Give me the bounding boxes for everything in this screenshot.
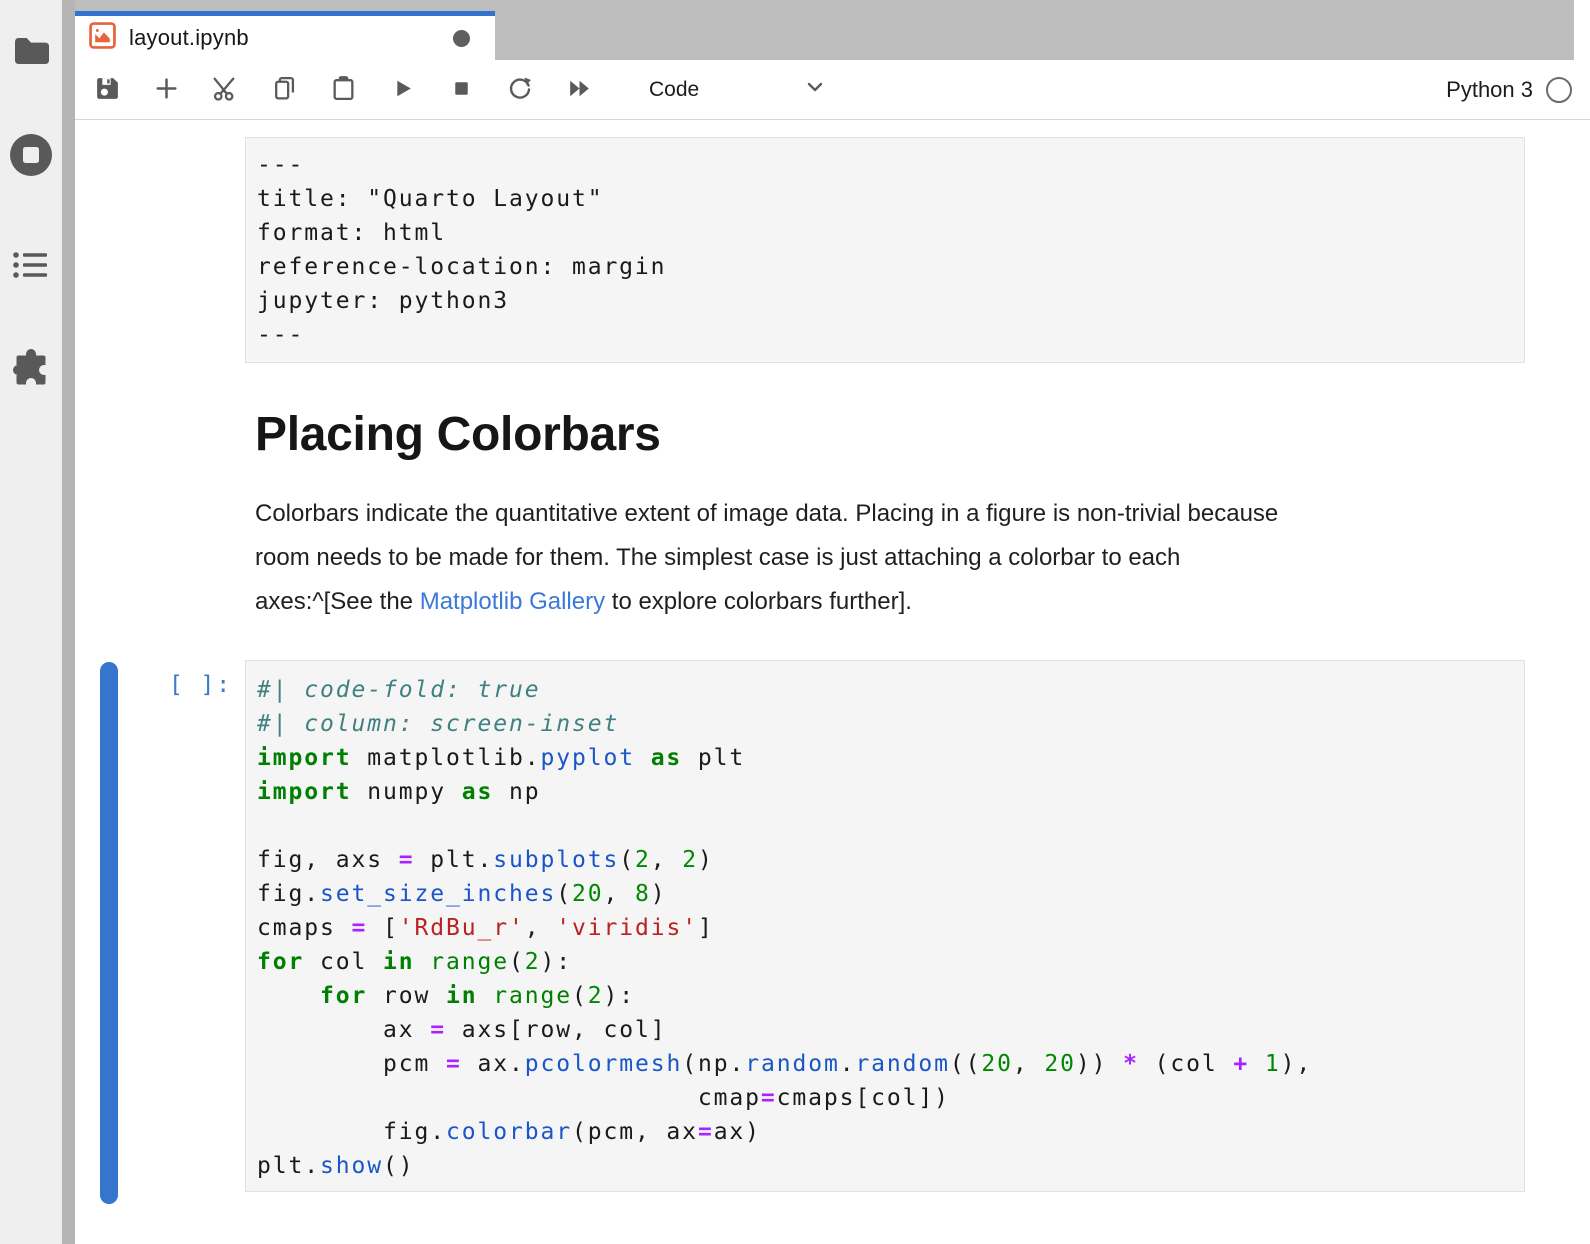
notebook-toolbar: Code Python 3 (75, 60, 1590, 120)
notebook-icon (89, 22, 116, 54)
restart-run-all-button[interactable] (559, 70, 599, 110)
puzzle-icon (10, 346, 52, 391)
tab-title: layout.ipynb (129, 25, 249, 51)
code-line: for col in range(2): (257, 945, 1513, 979)
run-cell-button[interactable] (382, 70, 422, 110)
code-line: #| code-fold: true (257, 673, 1513, 707)
sidebar-item-table-of-contents[interactable] (0, 240, 62, 292)
code-line: fig.colorbar(pcm, ax=ax) (257, 1115, 1513, 1149)
folder-icon (12, 35, 50, 70)
code-cell[interactable]: #| code-fold: true#| column: screen-inse… (245, 660, 1525, 1192)
raw-cell-line: reference-location: margin (257, 250, 1513, 284)
code-line (257, 809, 1513, 843)
kernel-name: Python 3 (1446, 77, 1533, 103)
refresh-icon (506, 74, 534, 105)
raw-cell-line: jupyter: python3 (257, 284, 1513, 318)
code-line: #| column: screen-inset (257, 707, 1513, 741)
raw-cell-line: --- (257, 148, 1513, 182)
raw-cell-line: --- (257, 318, 1513, 352)
code-line: cmap=cmaps[col]) (257, 1081, 1513, 1115)
insert-cell-button[interactable] (146, 70, 186, 110)
paste-cells-button[interactable] (323, 70, 363, 110)
matplotlib-gallery-link[interactable]: Matplotlib Gallery (420, 588, 605, 615)
kernel-status-icon (1546, 77, 1572, 103)
code-line: import matplotlib.pyplot as plt (257, 741, 1513, 775)
copy-cells-button[interactable] (264, 70, 304, 110)
floppy-icon (94, 75, 121, 105)
paragraph-text: to explore colorbars further]. (605, 588, 912, 615)
clipboard-icon (330, 75, 357, 105)
execution-prompt: [ ]: (85, 672, 232, 698)
cell-type-value: Code (649, 78, 699, 102)
interrupt-kernel-button[interactable] (441, 70, 481, 110)
raw-yaml-cell[interactable]: ---title: "Quarto Layout"format: htmlref… (245, 137, 1525, 363)
sidebar-item-file-browser[interactable] (0, 26, 62, 78)
stop-icon (448, 75, 475, 105)
code-line: for row in range(2): (257, 979, 1513, 1013)
main-panel: layout.ipynb (75, 0, 1590, 1244)
kernel-indicator[interactable]: Python 3 (1446, 77, 1590, 103)
markdown-heading: Placing Colorbars (255, 410, 1545, 460)
cell-type-dropdown[interactable]: Code (649, 75, 827, 104)
code-line: ax = axs[row, col] (257, 1013, 1513, 1047)
paragraph-text: Colorbars indicate the quantitative exte… (255, 500, 1278, 527)
play-icon (389, 75, 416, 105)
copy-icon (271, 75, 298, 105)
markdown-paragraph: Colorbars indicate the quantitative exte… (255, 492, 1545, 624)
save-button[interactable] (87, 70, 127, 110)
plus-icon (153, 75, 180, 105)
scissors-icon (211, 74, 240, 106)
unsaved-changes-dot (453, 30, 470, 47)
code-line: pcm = ax.pcolormesh(np.random.random((20… (257, 1047, 1513, 1081)
sidebar-divider (62, 0, 75, 1244)
code-line: cmaps = ['RdBu_r', 'viridis'] (257, 911, 1513, 945)
left-activity-bar (0, 0, 62, 1244)
markdown-cell: Placing Colorbars Colorbars indicate the… (255, 410, 1545, 624)
code-line: import numpy as np (257, 775, 1513, 809)
sidebar-item-extensions[interactable] (0, 342, 62, 394)
raw-cell-line: title: "Quarto Layout" (257, 182, 1513, 216)
cut-cells-button[interactable] (205, 70, 245, 110)
list-icon (12, 248, 50, 285)
chevron-down-icon (803, 75, 827, 104)
code-line: fig.set_size_inches(20, 8) (257, 877, 1513, 911)
restart-kernel-button[interactable] (500, 70, 540, 110)
tab-bar: layout.ipynb (75, 0, 1590, 60)
fast-forward-icon (565, 74, 594, 106)
notebook-content: ---title: "Quarto Layout"format: htmlref… (75, 120, 1590, 1244)
stop-circle-icon (8, 132, 54, 181)
tab-layout-ipynb[interactable]: layout.ipynb (75, 11, 495, 60)
paragraph-text: axes:^[See the (255, 588, 420, 615)
sidebar-item-running-kernels[interactable] (0, 130, 62, 182)
raw-cell-line: format: html (257, 216, 1513, 250)
code-line: fig, axs = plt.subplots(2, 2) (257, 843, 1513, 877)
cell-collapser[interactable] (100, 662, 118, 1204)
paragraph-text: room needs to be made for them. The simp… (255, 544, 1180, 571)
code-line: plt.show() (257, 1149, 1513, 1183)
